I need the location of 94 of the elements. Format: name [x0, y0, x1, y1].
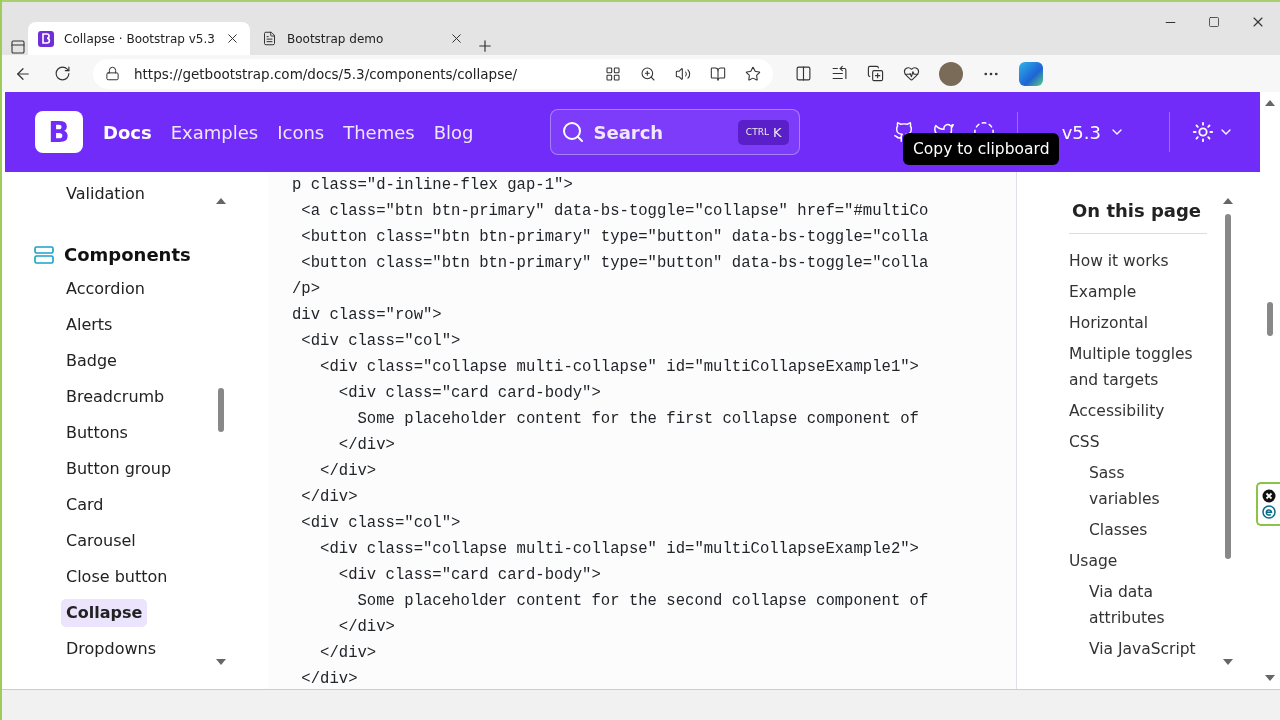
- shortcut-key: CTRL K: [737, 119, 790, 145]
- close-icon: [1262, 489, 1276, 503]
- version-dropdown[interactable]: v5.3: [1061, 121, 1125, 143]
- apps-icon[interactable]: [605, 65, 621, 82]
- scroll-up-icon[interactable]: [1223, 198, 1233, 204]
- toc-link[interactable]: Classes: [1089, 517, 1199, 543]
- browser-tab[interactable]: Collapse · Bootstrap v5.3: [28, 22, 250, 55]
- bootstrap-logo[interactable]: B: [35, 111, 83, 153]
- code-line: <a class="btn btn-primary" data-bs-toggle="collapse" href="#multiCo: [300, 201, 930, 222]
- collections-icon[interactable]: [867, 65, 884, 82]
- page-icon: [262, 31, 277, 46]
- sidebar-link[interactable]: Card: [66, 491, 104, 519]
- code-line: </div>: [337, 435, 396, 456]
- toc-link[interactable]: CSS: [1069, 429, 1209, 455]
- scroll-thumb[interactable]: [218, 388, 224, 432]
- scroll-down-icon[interactable]: [1223, 659, 1233, 665]
- sidebar-link[interactable]: Badge: [66, 347, 117, 375]
- new-tab-icon[interactable]: [476, 37, 494, 55]
- sidebar-link[interactable]: Alerts: [66, 311, 113, 339]
- copilot-icon[interactable]: [1019, 61, 1043, 86]
- sidebar-link[interactable]: Buttons: [66, 419, 128, 447]
- code-line: <div class="col">: [300, 331, 462, 352]
- code-line: </div>: [319, 461, 378, 482]
- nav-link[interactable]: Icons: [277, 121, 325, 143]
- scroll-thumb[interactable]: [1267, 302, 1273, 336]
- code-line: </div>: [300, 669, 359, 689]
- toc-link[interactable]: Horizontal: [1069, 310, 1209, 336]
- maximize-icon[interactable]: [1208, 14, 1220, 30]
- star-icon[interactable]: [745, 65, 761, 82]
- code-line: Some placeholder content for the first collapse component of: [356, 409, 920, 430]
- scroll-up-icon[interactable]: [216, 198, 226, 204]
- toc-link[interactable]: Via JavaScript: [1089, 636, 1199, 662]
- scroll-thumb[interactable]: [1225, 214, 1231, 559]
- speaker-icon[interactable]: [675, 65, 691, 82]
- scroll-down-icon[interactable]: [1265, 675, 1275, 681]
- split-screen-icon[interactable]: [795, 65, 812, 82]
- reader-icon[interactable]: [710, 65, 726, 82]
- sidebar-link[interactable]: Breadcrumb: [66, 383, 165, 411]
- favorites-icon[interactable]: [831, 65, 848, 82]
- profile-avatar[interactable]: [939, 61, 963, 86]
- code-line: <div class="collapse multi-collapse" id="multiCollapseExample1">: [319, 357, 920, 378]
- sidebar-link[interactable]: Close button: [66, 563, 168, 591]
- zoom-icon[interactable]: [640, 65, 656, 82]
- nav-link[interactable]: Docs: [103, 121, 152, 143]
- code-line: Some placeholder content for the second collapse component of: [356, 591, 930, 612]
- code-line: p class="d-inline-flex gap-1">: [292, 175, 574, 196]
- toc-link[interactable]: Sass variables: [1089, 460, 1199, 512]
- code-line: <div class="col">: [300, 513, 462, 534]
- toc-link[interactable]: Accessibility: [1069, 398, 1209, 424]
- sidebar-link[interactable]: Carousel: [66, 527, 136, 555]
- sidebar-heading: Components: [64, 244, 191, 265]
- toc-link[interactable]: Example: [1069, 279, 1209, 305]
- code-line: /p>: [292, 279, 322, 300]
- health-icon[interactable]: [903, 65, 920, 82]
- bootstrap-logo-icon: [38, 30, 54, 47]
- sidebar-link[interactable]: Collapse: [61, 599, 148, 627]
- code-line: </div>: [319, 643, 378, 664]
- search-icon: [561, 120, 586, 144]
- close-icon[interactable]: [225, 31, 240, 46]
- toc-link[interactable]: Multiple toggles and targets: [1069, 341, 1209, 393]
- code-line: <button class="btn btn-primary" type="button" data-bs-toggle="colla: [300, 253, 930, 274]
- e-circle-icon: [1262, 505, 1276, 519]
- tooltip: Copy to clipboard: [903, 133, 1060, 165]
- address-field[interactable]: https://getbootstrap.com/docs/5.3/components/collapse/: [93, 58, 773, 89]
- toc-link[interactable]: How it works: [1069, 248, 1209, 274]
- sidebar-link[interactable]: Button group: [66, 455, 172, 483]
- toc-link[interactable]: Usage: [1069, 548, 1209, 574]
- code-line: <div class="card card-body">: [337, 565, 602, 586]
- lock-icon: [105, 66, 120, 81]
- nav-link[interactable]: Blog: [433, 121, 474, 143]
- sidebar-link[interactable]: Accordion: [66, 275, 145, 303]
- code-line: </div>: [300, 487, 359, 508]
- scroll-down-icon[interactable]: [216, 659, 226, 665]
- sidebar-link[interactable]: Validation: [66, 180, 145, 208]
- sun-icon: [1192, 121, 1214, 143]
- code-line: <button class="btn btn-primary" type="button" data-bs-toggle="colla: [300, 227, 930, 248]
- code-line: <div class="card card-body">: [337, 383, 602, 404]
- search-field[interactable]: Search CTRL K: [550, 109, 801, 155]
- tab-actions-icon[interactable]: [10, 39, 26, 55]
- toc-link[interactable]: Via data attributes: [1089, 579, 1199, 631]
- reload-icon[interactable]: [54, 65, 71, 82]
- code-line: div class="row">: [292, 305, 443, 326]
- browser-tab[interactable]: Bootstrap demo: [252, 22, 474, 55]
- sidebar-link[interactable]: Dropdowns: [66, 635, 156, 663]
- code-line: </div>: [337, 617, 396, 638]
- code-line: <div class="collapse multi-collapse" id="multiCollapseExample2">: [319, 539, 920, 560]
- nav-link[interactable]: Examples: [170, 121, 259, 143]
- nav-link[interactable]: Themes: [343, 121, 415, 143]
- close-icon[interactable]: [449, 31, 464, 46]
- layers-icon: [34, 245, 54, 264]
- toc-title: On this page: [1069, 200, 1207, 234]
- github-icon[interactable]: [892, 121, 915, 143]
- extension-widget[interactable]: [1256, 482, 1280, 526]
- scroll-up-icon[interactable]: [1265, 100, 1275, 106]
